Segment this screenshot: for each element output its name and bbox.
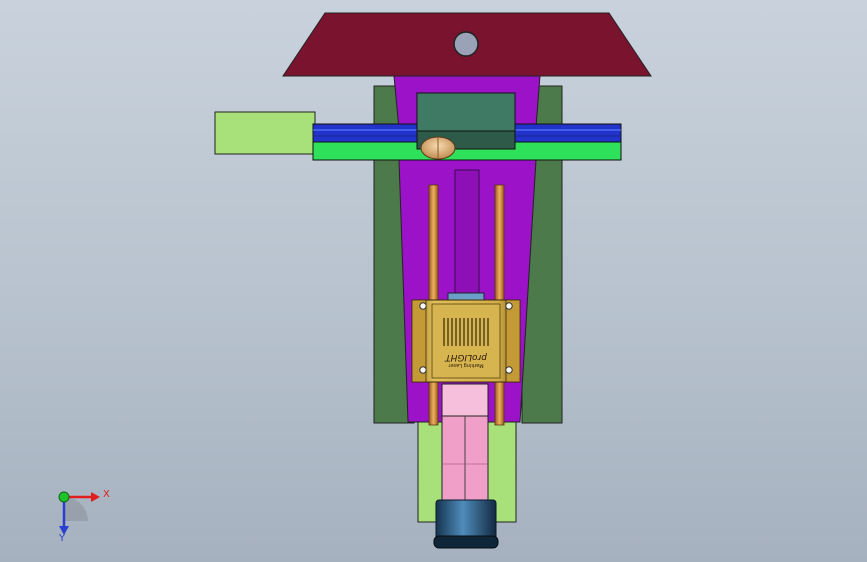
lower-tube[interactable] bbox=[441, 383, 489, 501]
3d-viewport[interactable]: proLIGHT Marking Laser X Y bbox=[0, 0, 867, 562]
y-axis-label: Y bbox=[58, 533, 66, 544]
laser-module[interactable]: proLIGHT Marking Laser bbox=[411, 292, 521, 383]
axis-triad: X Y bbox=[58, 489, 110, 544]
top-cap-hole[interactable] bbox=[453, 31, 479, 57]
side-block[interactable] bbox=[214, 111, 316, 155]
cad-model[interactable]: proLIGHT Marking Laser X Y bbox=[0, 0, 867, 562]
triad-origin bbox=[58, 491, 70, 503]
laser-brand-label: proLIGHT bbox=[444, 352, 488, 362]
laser-subtitle-label: Marking Laser bbox=[447, 362, 483, 368]
center-slot bbox=[454, 169, 480, 301]
laser-nozzle[interactable] bbox=[433, 499, 499, 549]
x-axis-label: X bbox=[103, 489, 110, 500]
